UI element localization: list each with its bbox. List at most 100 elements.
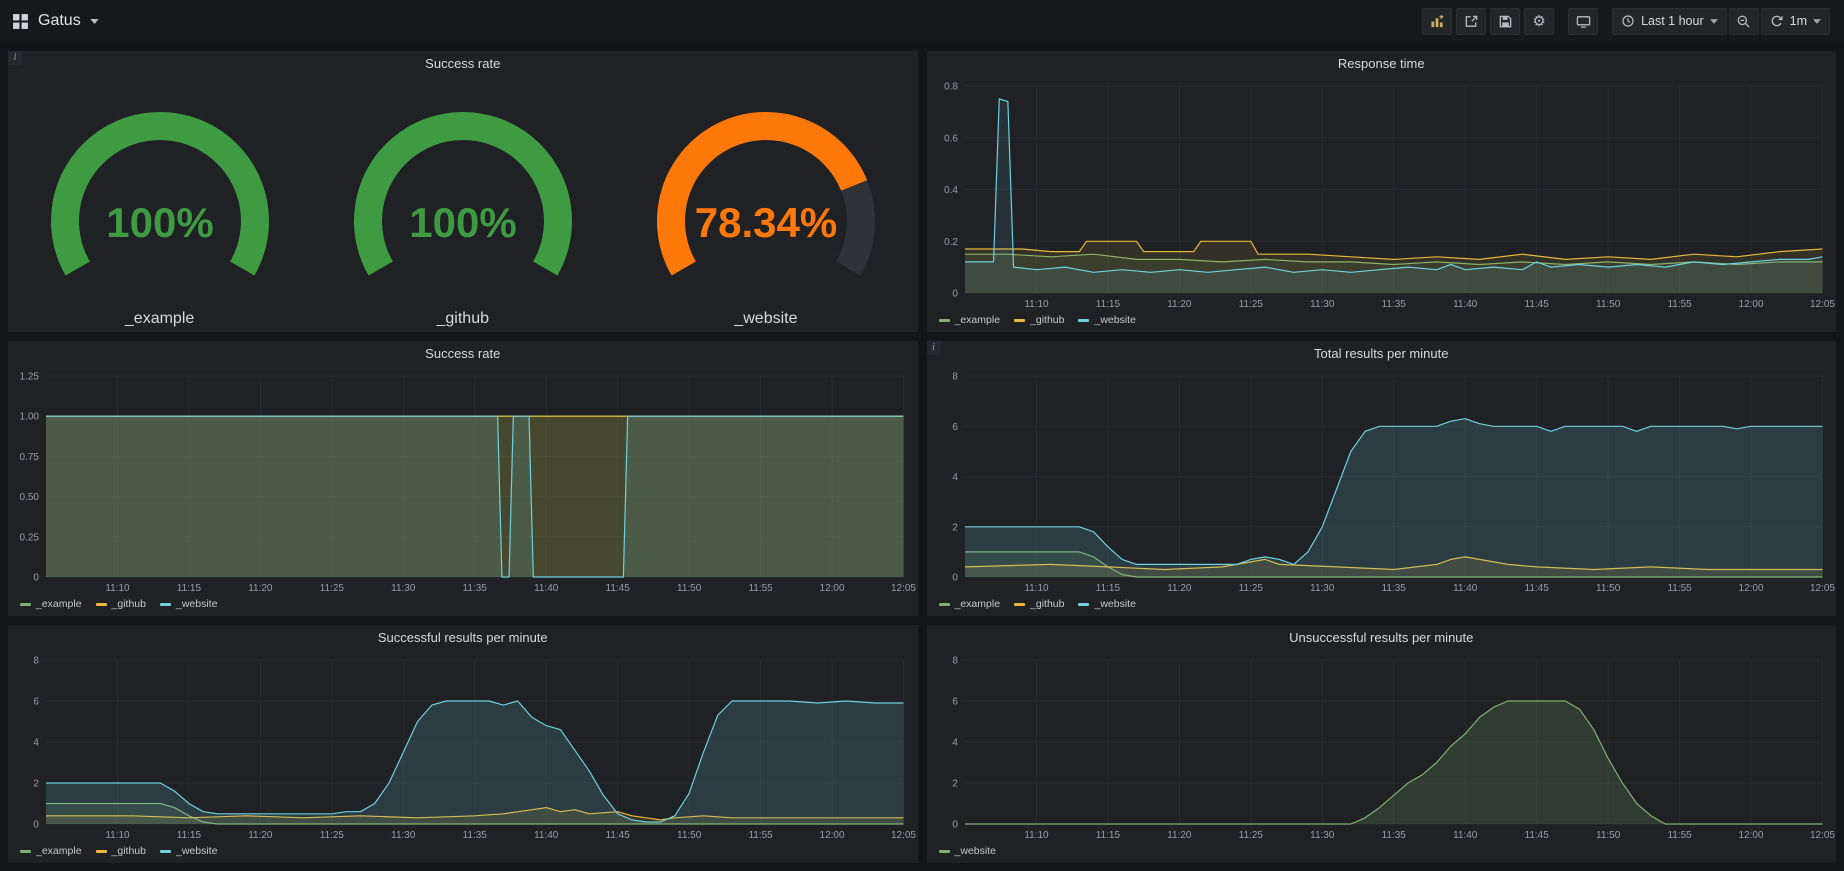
refresh-picker-button[interactable]: 1m — [1761, 8, 1830, 35]
y-axis-label: 1.25 — [20, 371, 40, 382]
series-_website-area — [964, 419, 1822, 577]
x-axis-label: 11:40 — [1453, 583, 1478, 594]
x-axis-label: 11:20 — [1167, 830, 1192, 841]
gauge-label: _github — [437, 310, 490, 328]
y-axis-label: 0.75 — [20, 452, 40, 463]
legend-color-mark — [939, 603, 950, 606]
y-axis-label: 2 — [952, 778, 958, 789]
x-axis-label: 12:00 — [1738, 830, 1763, 841]
panel-title[interactable]: Successful results per minute — [8, 625, 918, 651]
tv-mode-button[interactable] — [1568, 8, 1598, 35]
x-axis-label: 11:30 — [1310, 830, 1335, 841]
add-panel-button[interactable] — [1422, 8, 1452, 35]
x-axis-label: 11:25 — [1238, 299, 1263, 310]
y-axis-label: 0.50 — [20, 492, 40, 503]
settings-button[interactable]: ⚙ — [1524, 8, 1554, 35]
x-axis-label: 11:30 — [391, 583, 416, 594]
panel-title[interactable]: Success rate — [8, 341, 918, 367]
share-icon — [1464, 14, 1479, 29]
legend-label: _github — [112, 845, 146, 857]
panel-title[interactable]: Total results per minute — [927, 341, 1837, 367]
legend-color-mark — [20, 603, 31, 606]
gauge-row: 100% _example 100% _github 78.34% _websi… — [8, 77, 918, 332]
x-axis-label: 11:35 — [463, 583, 488, 594]
legend-item-example[interactable]: _example — [20, 845, 82, 857]
legend-color-mark — [1014, 603, 1025, 606]
x-axis-label: 11:55 — [1667, 830, 1692, 841]
x-axis-label: 11:35 — [463, 830, 488, 841]
legend-item-website[interactable]: _website — [939, 845, 996, 857]
x-axis-label: 11:50 — [677, 583, 702, 594]
y-axis-label: 2 — [952, 522, 958, 533]
dashboard-title[interactable]: Gatus — [38, 12, 81, 30]
y-axis-label: 8 — [33, 655, 39, 666]
success-rate-chart[interactable]: 00.250.500.751.001.2511:1011:1511:2011:2… — [8, 367, 918, 596]
y-axis-label: 6 — [33, 696, 39, 707]
legend-item-website[interactable]: _website — [1078, 314, 1135, 326]
zoom-out-icon — [1736, 14, 1751, 29]
panel-response-time: Response time 00.20.40.60.811:1011:1511:… — [927, 51, 1837, 332]
add-panel-icon — [1430, 14, 1445, 29]
refresh-icon — [1770, 14, 1784, 28]
legend-item-example[interactable]: _example — [939, 598, 1001, 610]
legend-item-example[interactable]: _example — [20, 598, 82, 610]
panel-info-icon[interactable]: i — [927, 341, 941, 355]
total-results-chart[interactable]: 0246811:1011:1511:2011:2511:3011:3511:40… — [927, 367, 1837, 596]
panel-title[interactable]: Unsuccessful results per minute — [927, 625, 1837, 651]
series-_website-area — [46, 701, 904, 824]
y-axis-label: 6 — [952, 422, 958, 433]
legend-item-website[interactable]: _website — [160, 845, 217, 857]
legend-color-mark — [939, 319, 950, 322]
dashboards-grid-icon[interactable] — [12, 13, 29, 30]
y-axis-label: 0 — [952, 819, 958, 830]
zoom-out-button[interactable] — [1729, 8, 1759, 35]
gauge-website: 78.34% _website — [614, 109, 917, 328]
panel-title[interactable]: Success rate — [8, 51, 918, 77]
chart-legend: _example _github _website — [927, 312, 1837, 332]
legend-item-github[interactable]: _github — [96, 845, 146, 857]
x-axis-label: 12:00 — [820, 830, 845, 841]
unsuccessful-results-chart[interactable]: 0246811:1011:1511:2011:2511:3011:3511:40… — [927, 651, 1837, 843]
legend-color-mark — [1014, 319, 1025, 322]
legend-item-example[interactable]: _example — [939, 314, 1001, 326]
x-axis-label: 11:50 — [1596, 299, 1621, 310]
x-axis-label: 11:15 — [1095, 583, 1120, 594]
y-axis-label: 8 — [952, 371, 958, 382]
chart-legend: _example _github _website — [927, 596, 1837, 616]
x-axis-label: 12:00 — [820, 583, 845, 594]
series-_website-area — [46, 416, 904, 577]
panel-title[interactable]: Response time — [927, 51, 1837, 77]
legend-color-mark — [160, 850, 171, 853]
x-axis-label: 11:20 — [248, 830, 273, 841]
successful-results-chart[interactable]: 0246811:1011:1511:2011:2511:3011:3511:40… — [8, 651, 918, 843]
legend-label: _website — [176, 845, 217, 857]
legend-item-github[interactable]: _github — [1014, 314, 1064, 326]
gauge-value-arc — [671, 126, 854, 269]
response-time-chart[interactable]: 00.20.40.60.811:1011:1511:2011:2511:3011… — [927, 77, 1837, 312]
x-axis-label: 11:30 — [1310, 299, 1335, 310]
x-axis-label: 11:55 — [1667, 583, 1692, 594]
x-axis-label: 11:15 — [1095, 299, 1120, 310]
panel-info-icon[interactable]: i — [8, 51, 22, 65]
x-axis-label: 11:50 — [1596, 583, 1621, 594]
legend-item-github[interactable]: _github — [1014, 598, 1064, 610]
save-button[interactable] — [1490, 8, 1520, 35]
legend-label: _example — [36, 845, 82, 857]
legend-item-website[interactable]: _website — [160, 598, 217, 610]
gauge-website-chart: 78.34% — [616, 109, 916, 309]
x-axis-label: 11:30 — [391, 830, 416, 841]
legend-item-website[interactable]: _website — [1078, 598, 1135, 610]
x-axis-label: 11:45 — [1524, 299, 1549, 310]
dashboard-dropdown-caret-icon[interactable] — [90, 19, 99, 24]
legend-label: _github — [1030, 314, 1064, 326]
dashboard-grid: i Success rate 100% _example 100% _githu… — [0, 42, 1844, 869]
x-axis-label: 11:10 — [1024, 583, 1049, 594]
legend-color-mark — [96, 850, 107, 853]
share-button[interactable] — [1456, 8, 1486, 35]
x-axis-label: 11:25 — [1238, 583, 1263, 594]
x-axis-label: 11:45 — [606, 830, 631, 841]
time-range-picker-button[interactable]: Last 1 hour — [1612, 8, 1727, 35]
legend-item-github[interactable]: _github — [96, 598, 146, 610]
gauge-value-arc — [368, 126, 558, 269]
x-axis-label: 12:05 — [1810, 583, 1835, 594]
